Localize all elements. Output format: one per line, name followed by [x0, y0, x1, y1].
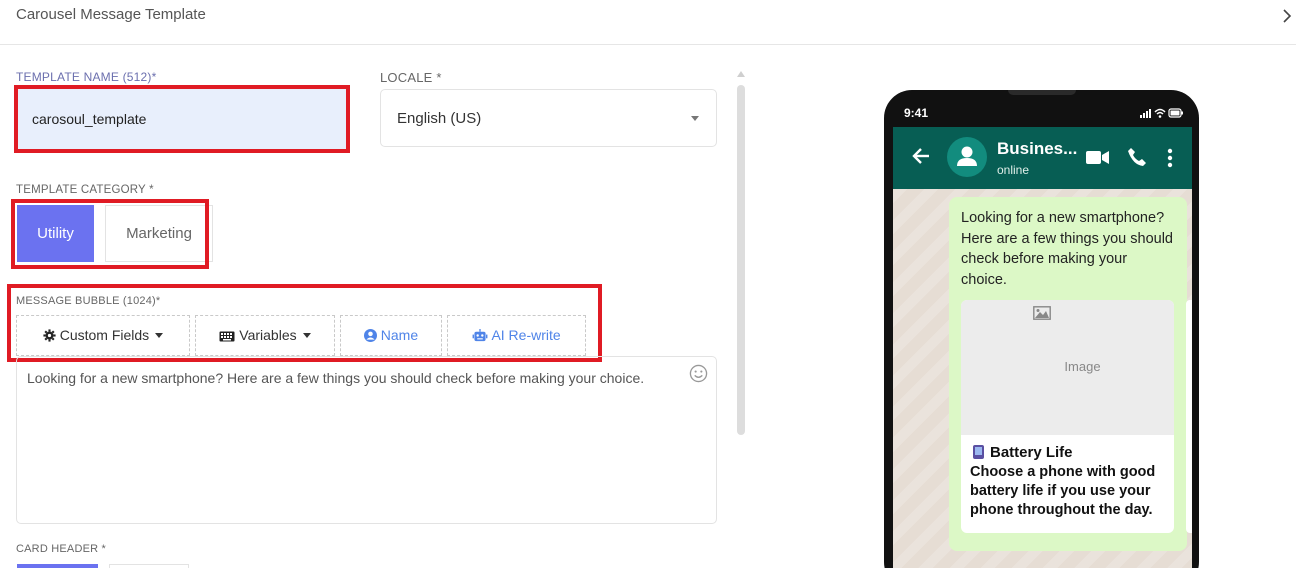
robot-icon [472, 329, 488, 342]
carousel-card: Image Battery Life Choose a phone with g… [961, 300, 1174, 533]
user-circle-icon [363, 329, 377, 342]
modal-title: Carousel Message Template [16, 6, 206, 23]
variables-button[interactable]: Variables [195, 315, 335, 356]
custom-fields-button[interactable]: Custom Fields [16, 315, 190, 356]
status-time: 9:41 [904, 106, 929, 120]
whatsapp-chat-header: Busines... online [893, 127, 1192, 189]
variables-label: Variables [239, 327, 297, 343]
locale-select[interactable]: English (US) [380, 89, 717, 147]
locale-label: LOCALE * [380, 70, 442, 85]
category-label: TEMPLATE CATEGORY * [16, 184, 154, 196]
scroll-up-arrow[interactable] [737, 71, 745, 77]
caret-down-icon [691, 116, 699, 121]
category-marketing-button[interactable]: Marketing [105, 205, 213, 262]
contact-avatar[interactable] [947, 137, 987, 177]
chevron-right-icon[interactable] [1280, 7, 1294, 25]
card-title: Battery Life [973, 444, 1073, 461]
bubble-text: Looking for a new smartphone? Here are a… [961, 210, 1173, 288]
next-carousel-card [1186, 300, 1192, 533]
card-body: Choose a phone with good battery life if… [970, 464, 1156, 518]
video-call-icon[interactable] [1086, 150, 1110, 165]
caret-down-icon [155, 333, 164, 338]
smiley-icon[interactable] [689, 364, 708, 383]
card-header-option-selected[interactable] [17, 564, 98, 568]
image-icon [1033, 306, 1051, 320]
user-icon [957, 146, 977, 166]
keyboard-icon [219, 331, 235, 342]
category-utility-button[interactable]: Utility [17, 205, 94, 262]
arrow-left-icon[interactable] [911, 146, 931, 166]
message-textarea[interactable]: Looking for a new smartphone? Here are a… [16, 356, 717, 524]
card-header-label: CARD HEADER * [16, 543, 107, 555]
custom-fields-label: Custom Fields [59, 327, 150, 343]
card-title-text: Battery Life [990, 444, 1073, 461]
template-name-label: TEMPLATE NAME (512)* [16, 70, 157, 84]
image-placeholder-label: Image [1064, 359, 1101, 374]
phone-call-icon[interactable] [1127, 147, 1147, 167]
caret-down-icon [302, 333, 311, 338]
message-bubble-label: MESSAGE BUBBLE (1024)* [16, 295, 161, 307]
ai-rewrite-button[interactable]: AI Re-write [447, 315, 586, 356]
modal-header: Carousel Message Template [0, 0, 1296, 45]
phone-notch [1008, 90, 1076, 95]
name-label: Name [380, 327, 419, 343]
mobile-phone-icon [973, 445, 984, 459]
ai-rewrite-label: AI Re-write [491, 327, 561, 343]
card-header-option[interactable] [109, 564, 189, 568]
contact-name: Busines... [997, 139, 1078, 158]
contact-status: online [997, 163, 1030, 177]
name-button[interactable]: Name [340, 315, 442, 356]
gear-icon [43, 329, 56, 342]
signal-wifi-battery-icon [1140, 108, 1183, 118]
more-vertical-icon[interactable] [1167, 148, 1173, 168]
card-image-placeholder: Image [961, 300, 1174, 435]
scrollbar-thumb[interactable] [737, 85, 745, 435]
phone-status-bar: 9:41 [893, 102, 1192, 127]
locale-value: English (US) [397, 110, 482, 127]
template-name-input[interactable]: carosoul_template [16, 88, 348, 150]
